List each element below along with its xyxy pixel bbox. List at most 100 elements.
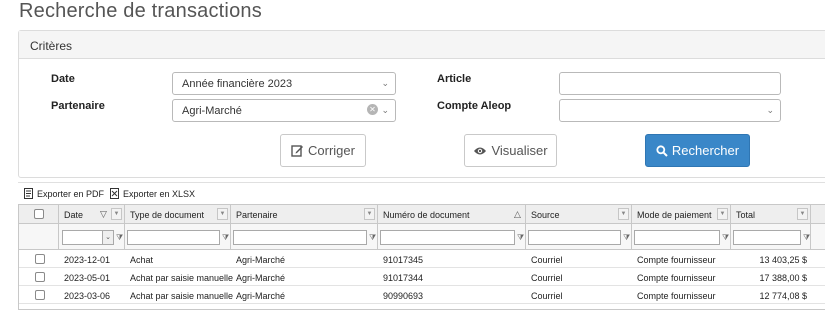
cell-total: 17 388,00 $ <box>759 273 807 283</box>
partner-select[interactable]: Agri-Marché ✕ ⌄ <box>172 99 396 122</box>
column-header-date[interactable]: Date ▽ ▼ <box>59 205 125 224</box>
type-filter-input[interactable] <box>127 230 220 245</box>
cell-payment: Compte fournisseur <box>637 255 716 265</box>
filter-icon[interactable]: ⧩ <box>623 233 630 243</box>
filter-cell-type: ⧩ <box>125 224 231 250</box>
cell-date: 2023-12-01 <box>64 255 111 265</box>
column-header-payment[interactable]: Mode de paiement ▼ <box>632 205 731 224</box>
reset-button[interactable]: Corriger <box>280 134 366 167</box>
excel-file-icon <box>110 188 119 199</box>
row-checkbox[interactable] <box>35 254 45 264</box>
row-checkbox[interactable] <box>35 290 45 300</box>
column-menu-icon[interactable]: ▼ <box>111 208 122 220</box>
column-header-total-label: Total <box>736 210 756 220</box>
view-button-label: Visualiser <box>491 143 548 158</box>
payment-filter-input[interactable] <box>634 230 720 245</box>
partner-filter-input[interactable] <box>233 230 367 245</box>
table-row[interactable]: 2023-12-01 Achat Agri-Marché 91017345 Co… <box>19 250 825 268</box>
partner-select-value: Agri-Marché <box>182 105 242 117</box>
cell-type: Achat <box>130 255 154 265</box>
column-header-partner-label: Partenaire <box>236 210 278 220</box>
total-filter-input[interactable] <box>733 230 801 245</box>
filter-cell-date: ⌄ ⧩ <box>59 224 125 250</box>
account-select[interactable]: ⌄ <box>559 99 781 122</box>
criteria-panel: Critères Date Année financière 2023 ⌄ Pa… <box>18 30 825 178</box>
view-button[interactable]: Visualiser <box>464 134 557 167</box>
date-select[interactable]: Année financière 2023 ⌄ <box>172 72 396 95</box>
account-label: Compte Aleop <box>437 100 512 112</box>
filter-icon[interactable]: ⧩ <box>722 233 729 243</box>
date-label: Date <box>51 73 75 85</box>
row-checkbox[interactable] <box>35 272 45 282</box>
column-header-source-label: Source <box>531 210 560 220</box>
cell-type: Achat par saisie manuelle <box>130 273 234 283</box>
export-xlsx-label: Exporter en XLSX <box>123 188 196 199</box>
filter-cell-docnum: ⧩ <box>378 224 526 250</box>
cell-docnum: 91017344 <box>383 273 424 283</box>
export-toolbar: Exporter en PDF Exporter en XLSX <box>18 182 825 204</box>
filter-cell-payment: ⧩ <box>632 224 731 250</box>
filter-icon[interactable]: ⧩ <box>517 233 524 243</box>
cell-type: Achat par saisie manuelle <box>130 291 234 301</box>
column-header-partner[interactable]: Partenaire ▼ <box>231 205 378 224</box>
date-select-value: Année financière 2023 <box>182 78 293 90</box>
cell-total: 12 774,08 $ <box>759 291 807 301</box>
filter-icon[interactable]: ⧩ <box>369 233 376 243</box>
filter-icon[interactable]: ⧩ <box>116 233 123 243</box>
docnum-filter-input[interactable] <box>380 230 515 245</box>
column-menu-icon[interactable]: ▼ <box>618 208 629 220</box>
cell-docnum: 91017345 <box>383 255 424 265</box>
transactions-grid: Date ▽ ▼ Type de document ▼ Partenaire ▼… <box>18 204 825 310</box>
eye-icon <box>474 147 487 154</box>
grid-filter-row: ⌄ ⧩ ⧩ ⧩ ⧩ ⧩ ⧩ ⧩ <box>19 224 825 250</box>
search-button-label: Rechercher <box>671 143 740 158</box>
column-header-type-label: Type de document <box>130 210 205 220</box>
table-row[interactable]: 2023-05-01 Achat par saisie manuelle Agr… <box>19 268 825 286</box>
article-label: Article <box>437 73 472 85</box>
search-button[interactable]: Rechercher <box>645 134 750 167</box>
filter-cell-total: ⧩ <box>731 224 811 250</box>
cell-date: 2023-05-01 <box>64 273 111 283</box>
sort-descending-icon: ▽ <box>100 209 107 219</box>
cell-total: 13 403,25 $ <box>759 255 807 265</box>
cell-partner: Agri-Marché <box>236 273 286 283</box>
date-filter-input[interactable] <box>62 230 103 245</box>
filter-icon[interactable]: ⧩ <box>222 233 229 243</box>
filter-cell-partner: ⧩ <box>231 224 378 250</box>
pdf-file-icon <box>24 188 33 199</box>
column-header-total[interactable]: Total ▼ <box>731 205 811 224</box>
column-header-type[interactable]: Type de document ▼ <box>125 205 231 224</box>
export-pdf-button[interactable]: Exporter en PDF <box>24 188 104 199</box>
cell-payment: Compte fournisseur <box>637 291 716 301</box>
source-filter-input[interactable] <box>528 230 621 245</box>
edit-icon <box>291 145 304 157</box>
article-input[interactable] <box>559 72 781 95</box>
filter-icon[interactable]: ⧩ <box>803 233 810 243</box>
chevron-down-icon: ⌄ <box>766 105 774 115</box>
column-header-date-label: Date <box>64 210 84 220</box>
cell-source: Courriel <box>531 291 563 301</box>
clear-icon[interactable]: ✕ <box>367 104 378 115</box>
column-header-docnum[interactable]: Numéro de document △ <box>378 205 526 224</box>
column-menu-icon[interactable]: ▼ <box>717 208 728 220</box>
chevron-down-icon[interactable]: ⌄ <box>103 230 114 245</box>
search-icon <box>656 144 668 157</box>
select-all-checkbox[interactable] <box>34 209 44 219</box>
column-header-payment-label: Mode de paiement <box>637 210 712 220</box>
table-row[interactable]: 2023-03-06 Achat par saisie manuelle Agr… <box>19 286 825 304</box>
column-header-docnum-label: Numéro de document <box>383 210 470 220</box>
sort-ascending-icon: △ <box>514 209 521 219</box>
column-header-source[interactable]: Source ▼ <box>526 205 632 224</box>
chevron-down-icon: ⌄ <box>381 78 389 88</box>
column-menu-icon[interactable]: ▼ <box>217 208 228 220</box>
chevron-down-icon[interactable]: ⌄ <box>381 105 389 116</box>
filter-cell-select <box>19 224 59 250</box>
cell-partner: Agri-Marché <box>236 255 286 265</box>
select-all-cell <box>19 205 59 224</box>
export-xlsx-button[interactable]: Exporter en XLSX <box>110 188 195 199</box>
column-menu-icon[interactable]: ▼ <box>364 208 375 220</box>
page-title: Recherche de transactions <box>19 0 262 22</box>
cell-docnum: 90990693 <box>383 291 424 301</box>
column-menu-icon[interactable]: ▼ <box>797 208 808 220</box>
reset-button-label: Corriger <box>308 143 355 158</box>
